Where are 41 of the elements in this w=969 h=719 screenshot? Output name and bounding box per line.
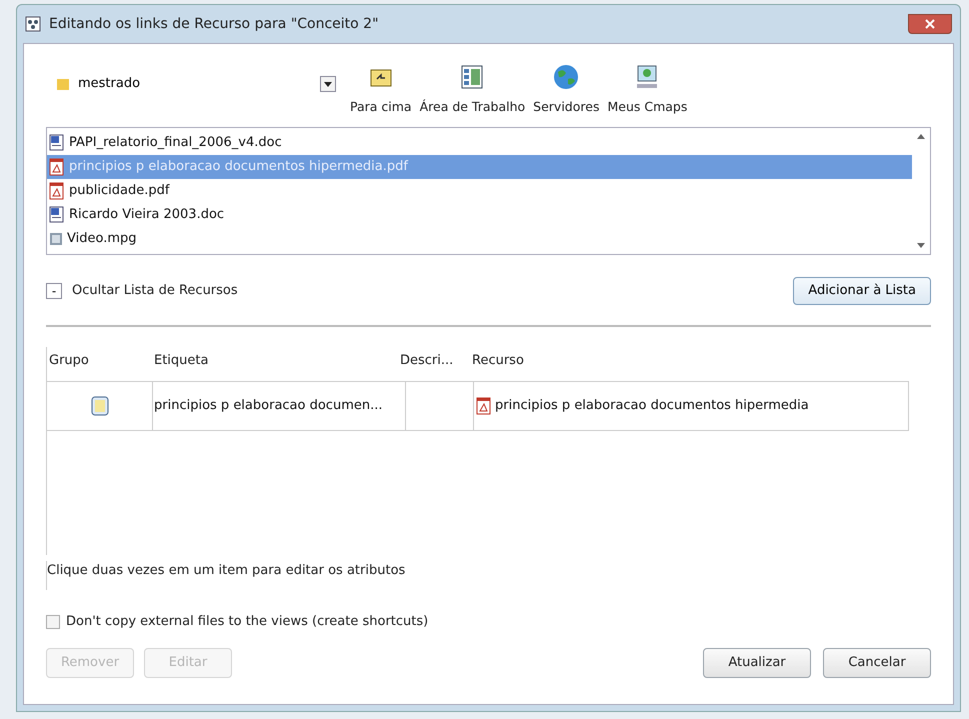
add-to-list-button[interactable]: Adicionar à Lista — [793, 276, 931, 305]
desktop-icon — [461, 65, 484, 89]
file-item[interactable]: Video.mpg — [47, 226, 912, 251]
toolbar-button[interactable]: Meus Cmaps — [607, 64, 688, 117]
scroll-down-icon — [917, 242, 925, 248]
scroll-up-icon — [917, 134, 925, 139]
document-icon — [49, 134, 65, 152]
column-header[interactable]: Grupo — [47, 351, 142, 370]
collapse-label: Ocultar Lista de Recursos — [72, 282, 238, 300]
folder-dropdown[interactable]: mestrado — [46, 72, 336, 96]
dialog-button[interactable]: Cancelar — [823, 648, 931, 678]
table-cell: principios p elaboracao documentos hipermedia — [473, 382, 909, 430]
group-icon — [90, 396, 108, 416]
column-header[interactable]: Etiqueta — [142, 351, 400, 370]
table-cell: principios p elaboracao documen... — [152, 382, 405, 430]
pdf-document-icon — [49, 182, 65, 200]
pdf-document-icon — [476, 396, 492, 415]
dialog-button[interactable]: Atualizar — [703, 648, 811, 678]
film-icon — [49, 232, 63, 246]
toolbar-button[interactable]: Servidores — [533, 64, 600, 117]
file-item[interactable]: publicidade.pdf — [47, 178, 912, 203]
toolbar-button[interactable]: Área de Trabalho — [420, 64, 526, 117]
folder-up-icon — [370, 67, 392, 87]
pdf-document-icon — [49, 158, 65, 176]
close-button[interactable] — [908, 14, 952, 34]
file-item[interactable]: PAPI_relatorio_final_2006_v4.doc — [47, 130, 912, 155]
hint-text: Clique duas vezes em um item para editar os atributos — [46, 560, 931, 590]
checkbox[interactable] — [46, 615, 60, 629]
collapse-button[interactable]: - — [46, 282, 62, 299]
toolbar-button[interactable]: Para cima — [350, 64, 412, 117]
column-header[interactable]: Recurso — [470, 351, 931, 370]
computer-icon — [636, 65, 658, 89]
window-title: Editando os links de Recurso para "Conceito 2" — [49, 14, 379, 34]
document-icon — [49, 206, 65, 224]
app-icon — [25, 16, 41, 32]
globe-icon — [553, 64, 580, 90]
folder-icon — [56, 77, 70, 91]
column-header[interactable]: Descri... — [400, 351, 470, 370]
close-icon — [925, 19, 935, 29]
file-item[interactable]: Ricardo Vieira 2003.doc — [47, 202, 912, 227]
checkbox-label: Don't copy external files to the views (create shortcuts) — [66, 613, 428, 632]
